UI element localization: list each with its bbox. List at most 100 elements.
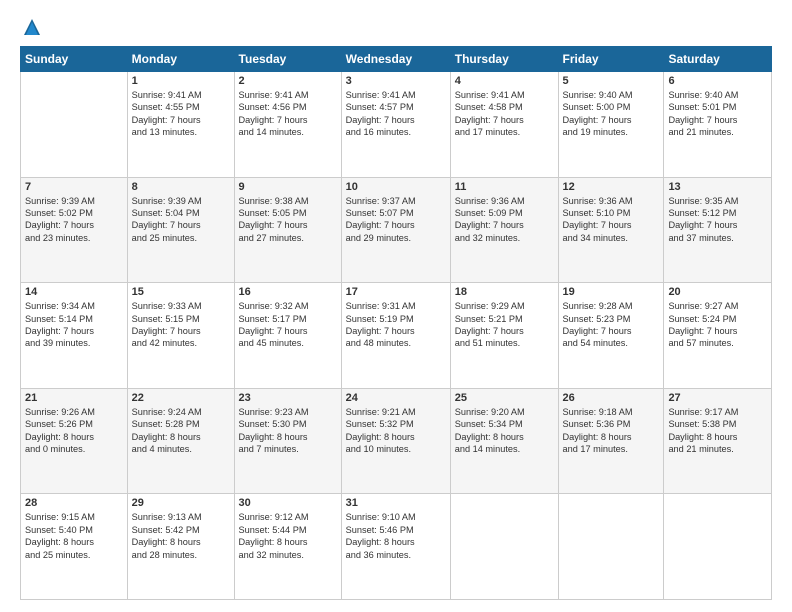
day-info: Sunrise: 9:24 AMSunset: 5:28 PMDaylight:… xyxy=(132,406,230,456)
day-info: Sunrise: 9:26 AMSunset: 5:26 PMDaylight:… xyxy=(25,406,123,456)
day-info: Sunrise: 9:40 AMSunset: 5:01 PMDaylight:… xyxy=(668,89,767,139)
calendar-cell xyxy=(558,494,664,600)
day-info: Sunrise: 9:13 AMSunset: 5:42 PMDaylight:… xyxy=(132,511,230,561)
days-header-row: SundayMondayTuesdayWednesdayThursdayFrid… xyxy=(21,47,772,72)
calendar-cell: 20Sunrise: 9:27 AMSunset: 5:24 PMDayligh… xyxy=(664,283,772,389)
calendar-cell: 1 Sunrise: 9:41 AMSunset: 4:55 PMDaylight… xyxy=(127,72,234,178)
header-saturday: Saturday xyxy=(664,47,772,72)
day-info: Sunrise: 9:18 AMSunset: 5:36 PMDaylight:… xyxy=(563,406,660,456)
day-info: Sunrise: 9:39 AMSunset: 5:02 PMDaylight:… xyxy=(25,195,123,245)
calendar-cell: 15 Sunrise: 9:33 AMSunset: 5:15 PMDayligh… xyxy=(127,283,234,389)
calendar-cell: 14Sunrise: 9:34 AMSunset: 5:14 PMDayligh… xyxy=(21,283,128,389)
day-number: 9 xyxy=(239,181,337,193)
day-number: 8 xyxy=(132,181,230,193)
calendar-cell: 25 Sunrise: 9:20 AMSunset: 5:34 PMDayligh… xyxy=(450,388,558,494)
calendar-cell xyxy=(664,494,772,600)
calendar-table: SundayMondayTuesdayWednesdayThursdayFrid… xyxy=(20,46,772,600)
day-number: 24 xyxy=(346,392,446,404)
day-number: 1 xyxy=(132,75,230,87)
day-number: 7 xyxy=(25,181,123,193)
day-number: 28 xyxy=(25,497,123,509)
calendar-cell: 28Sunrise: 9:15 AMSunset: 5:40 PMDayligh… xyxy=(21,494,128,600)
day-number: 17 xyxy=(346,286,446,298)
week-row-1: 1 Sunrise: 9:41 AMSunset: 4:55 PMDaylight… xyxy=(21,72,772,178)
day-number: 21 xyxy=(25,392,123,404)
week-row-3: 14Sunrise: 9:34 AMSunset: 5:14 PMDayligh… xyxy=(21,283,772,389)
calendar-cell: 9 Sunrise: 9:38 AMSunset: 5:05 PMDaylight… xyxy=(234,177,341,283)
day-number: 29 xyxy=(132,497,230,509)
day-number: 19 xyxy=(563,286,660,298)
day-info: Sunrise: 9:21 AMSunset: 5:32 PMDaylight:… xyxy=(346,406,446,456)
day-number: 10 xyxy=(346,181,446,193)
day-info: Sunrise: 9:32 AMSunset: 5:17 PMDaylight:… xyxy=(239,300,337,350)
day-info: Sunrise: 9:41 AMSunset: 4:56 PMDaylight:… xyxy=(239,89,337,139)
week-row-2: 7 Sunrise: 9:39 AMSunset: 5:02 PMDaylight… xyxy=(21,177,772,283)
day-number: 16 xyxy=(239,286,337,298)
day-number: 6 xyxy=(668,75,767,87)
calendar-cell xyxy=(450,494,558,600)
day-info: Sunrise: 9:38 AMSunset: 5:05 PMDaylight:… xyxy=(239,195,337,245)
day-info: Sunrise: 9:29 AMSunset: 5:21 PMDaylight:… xyxy=(455,300,554,350)
day-number: 27 xyxy=(668,392,767,404)
day-number: 26 xyxy=(563,392,660,404)
header-wednesday: Wednesday xyxy=(341,47,450,72)
logo-icon xyxy=(22,17,42,39)
calendar-cell: 6 Sunrise: 9:40 AMSunset: 5:01 PMDaylight… xyxy=(664,72,772,178)
week-row-5: 28Sunrise: 9:15 AMSunset: 5:40 PMDayligh… xyxy=(21,494,772,600)
week-row-4: 21 Sunrise: 9:26 AMSunset: 5:26 PMDayligh… xyxy=(21,388,772,494)
day-info: Sunrise: 9:41 AMSunset: 4:55 PMDaylight:… xyxy=(132,89,230,139)
header-monday: Monday xyxy=(127,47,234,72)
day-number: 20 xyxy=(668,286,767,298)
calendar-cell: 31Sunrise: 9:10 AMSunset: 5:46 PMDayligh… xyxy=(341,494,450,600)
day-info: Sunrise: 9:20 AMSunset: 5:34 PMDaylight:… xyxy=(455,406,554,456)
calendar-cell: 30Sunrise: 9:12 AMSunset: 5:44 PMDayligh… xyxy=(234,494,341,600)
day-number: 4 xyxy=(455,75,554,87)
day-number: 3 xyxy=(346,75,446,87)
calendar-cell: 13Sunrise: 9:35 AMSunset: 5:12 PMDayligh… xyxy=(664,177,772,283)
calendar-cell: 10Sunrise: 9:37 AMSunset: 5:07 PMDayligh… xyxy=(341,177,450,283)
day-number: 23 xyxy=(239,392,337,404)
day-number: 22 xyxy=(132,392,230,404)
header-thursday: Thursday xyxy=(450,47,558,72)
day-info: Sunrise: 9:41 AMSunset: 4:57 PMDaylight:… xyxy=(346,89,446,139)
day-number: 14 xyxy=(25,286,123,298)
calendar-cell: 2 Sunrise: 9:41 AMSunset: 4:56 PMDaylight… xyxy=(234,72,341,178)
day-info: Sunrise: 9:31 AMSunset: 5:19 PMDaylight:… xyxy=(346,300,446,350)
page: SundayMondayTuesdayWednesdayThursdayFrid… xyxy=(0,0,792,612)
calendar-cell: 11Sunrise: 9:36 AMSunset: 5:09 PMDayligh… xyxy=(450,177,558,283)
calendar-cell: 22 Sunrise: 9:24 AMSunset: 5:28 PMDayligh… xyxy=(127,388,234,494)
calendar-cell: 24 Sunrise: 9:21 AMSunset: 5:32 PMDayligh… xyxy=(341,388,450,494)
day-info: Sunrise: 9:36 AMSunset: 5:09 PMDaylight:… xyxy=(455,195,554,245)
calendar-cell: 23 Sunrise: 9:23 AMSunset: 5:30 PMDayligh… xyxy=(234,388,341,494)
day-number: 15 xyxy=(132,286,230,298)
day-number: 2 xyxy=(239,75,337,87)
header-friday: Friday xyxy=(558,47,664,72)
calendar-cell: 5 Sunrise: 9:40 AMSunset: 5:00 PMDaylight… xyxy=(558,72,664,178)
day-number: 25 xyxy=(455,392,554,404)
day-info: Sunrise: 9:33 AMSunset: 5:15 PMDaylight:… xyxy=(132,300,230,350)
calendar-cell: 4Sunrise: 9:41 AMSunset: 4:58 PMDaylight… xyxy=(450,72,558,178)
calendar-cell: 19 Sunrise: 9:28 AMSunset: 5:23 PMDayligh… xyxy=(558,283,664,389)
calendar-cell: 18 Sunrise: 9:29 AMSunset: 5:21 PMDayligh… xyxy=(450,283,558,389)
calendar-cell: 17 Sunrise: 9:31 AMSunset: 5:19 PMDayligh… xyxy=(341,283,450,389)
day-info: Sunrise: 9:28 AMSunset: 5:23 PMDaylight:… xyxy=(563,300,660,350)
day-number: 5 xyxy=(563,75,660,87)
day-number: 12 xyxy=(563,181,660,193)
calendar-cell: 27Sunrise: 9:17 AMSunset: 5:38 PMDayligh… xyxy=(664,388,772,494)
logo xyxy=(20,18,42,36)
day-info: Sunrise: 9:40 AMSunset: 5:00 PMDaylight:… xyxy=(563,89,660,139)
calendar-cell: 16 Sunrise: 9:32 AMSunset: 5:17 PMDayligh… xyxy=(234,283,341,389)
day-info: Sunrise: 9:35 AMSunset: 5:12 PMDaylight:… xyxy=(668,195,767,245)
header-sunday: Sunday xyxy=(21,47,128,72)
header xyxy=(20,18,772,36)
day-info: Sunrise: 9:39 AMSunset: 5:04 PMDaylight:… xyxy=(132,195,230,245)
header-tuesday: Tuesday xyxy=(234,47,341,72)
calendar-cell: 21 Sunrise: 9:26 AMSunset: 5:26 PMDayligh… xyxy=(21,388,128,494)
day-info: Sunrise: 9:36 AMSunset: 5:10 PMDaylight:… xyxy=(563,195,660,245)
day-number: 31 xyxy=(346,497,446,509)
calendar-cell: 7 Sunrise: 9:39 AMSunset: 5:02 PMDaylight… xyxy=(21,177,128,283)
day-info: Sunrise: 9:12 AMSunset: 5:44 PMDaylight:… xyxy=(239,511,337,561)
calendar-cell: 26 Sunrise: 9:18 AMSunset: 5:36 PMDayligh… xyxy=(558,388,664,494)
day-info: Sunrise: 9:23 AMSunset: 5:30 PMDaylight:… xyxy=(239,406,337,456)
day-number: 18 xyxy=(455,286,554,298)
